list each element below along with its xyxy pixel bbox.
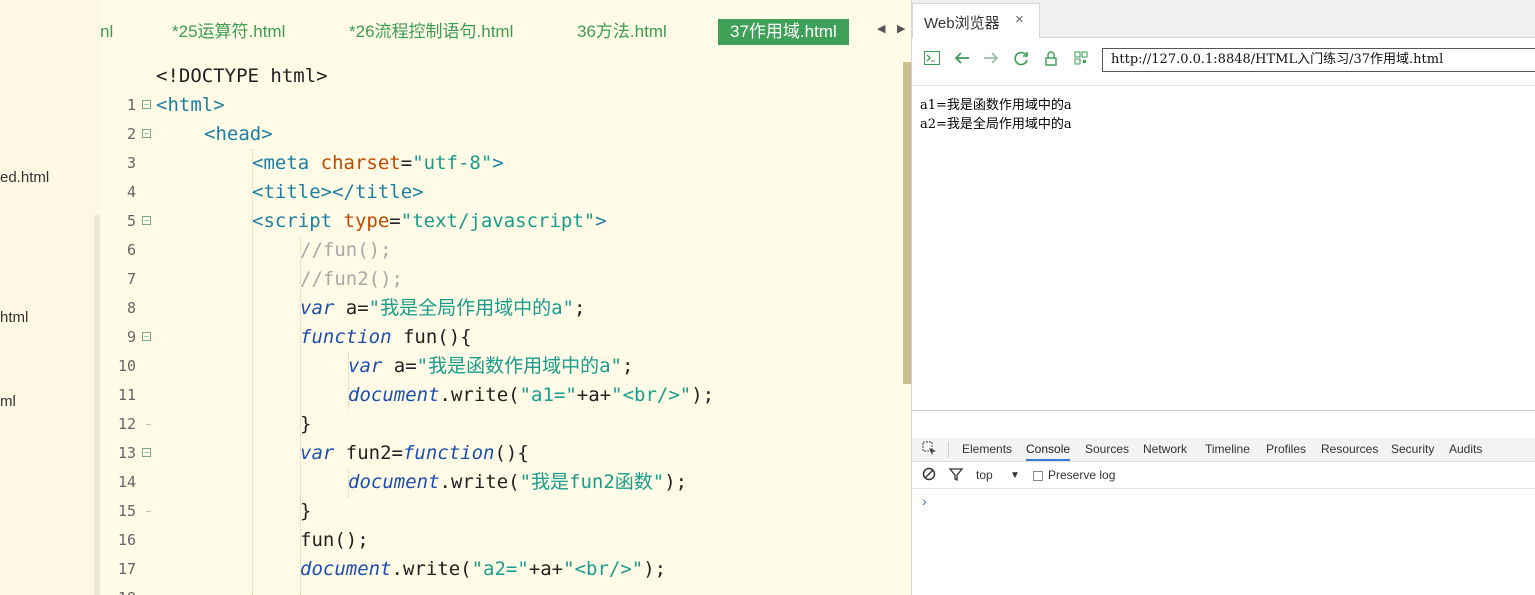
devtools-tab-console[interactable]: Console <box>1026 442 1071 461</box>
code-editor: nl *25运算符.html *26流程控制语句.html 36方法.html … <box>100 0 911 595</box>
tab-scroll-right-icon[interactable]: ▶ <box>897 22 905 35</box>
inspect-element-icon[interactable] <box>922 441 937 459</box>
code-line: 5 <title></title> <box>100 178 900 230</box>
devtools-tab-sources[interactable]: Sources <box>1085 442 1129 456</box>
code-text: var fun2=function(){ <box>300 442 529 464</box>
tab-scroll-left-icon[interactable]: ◀ <box>877 22 885 35</box>
divider <box>948 442 949 458</box>
code-text: fun(); <box>300 529 369 551</box>
editor-tab-bar: nl *25运算符.html *26流程控制语句.html 36方法.html … <box>100 0 911 62</box>
fold-toggle-icon[interactable]: − <box>142 216 151 225</box>
fold-toggle-icon[interactable]: − <box>142 332 151 341</box>
code-text: <meta charset="utf-8"> <box>252 152 504 174</box>
output-line: a1=我是函数作用域中的a <box>920 98 1072 113</box>
devtools-panel: Elements Console Sources Network Timelin… <box>912 410 1535 595</box>
code-line: 6 − <script type="text/javascript"> <box>100 207 900 259</box>
code-text: <title></title> <box>252 181 424 203</box>
code-line: 9 var a="我是全局作用域中的a"; <box>100 294 900 346</box>
tab-26-control-flow[interactable]: *26流程控制语句.html <box>349 19 513 45</box>
code-text: var a="我是函数作用域中的a"; <box>348 355 634 377</box>
preserve-log-label: Preserve log <box>1048 468 1116 482</box>
devtools-tab-bar: Elements Console Sources Network Timelin… <box>912 438 1535 462</box>
devtools-tab-security[interactable]: Security <box>1391 442 1434 456</box>
file-tree-item[interactable]: html <box>0 309 28 326</box>
chevron-down-icon[interactable]: ▼ <box>1010 470 1020 481</box>
code-line: 15 document.write("我是fun2函数"); <box>100 468 900 520</box>
code-text: <html> <box>156 94 225 116</box>
code-text: document.write("a2="+a+"<br/>"); <box>300 558 667 580</box>
code-line: 16 } <box>100 497 900 549</box>
fold-end-marker <box>146 511 151 512</box>
code-line: 12 document.write("a1="+a+"<br/>"); <box>100 381 900 433</box>
output-line: a2=我是全局作用域中的a <box>920 117 1072 132</box>
code-text: //fun(); <box>300 239 392 261</box>
code-text: <head> <box>204 123 273 145</box>
code-text: document.write("a1="+a+"<br/>"); <box>348 384 715 406</box>
devtools-tab-audits[interactable]: Audits <box>1449 442 1482 456</box>
fold-toggle-icon[interactable]: − <box>142 100 151 109</box>
fold-toggle-icon[interactable]: − <box>142 448 151 457</box>
qr-icon[interactable] <box>1074 51 1088 69</box>
devtools-tab-profiles[interactable]: Profiles <box>1266 442 1306 456</box>
console-toolbar: top ▼ Preserve log <box>912 463 1535 489</box>
browser-tab-bar: Web浏览器 × <box>912 0 1535 38</box>
browser-toolbar: http://127.0.0.1:8848/HTML入门练习/37作用域.htm… <box>912 38 1535 86</box>
devtools-tab-elements[interactable]: Elements <box>962 442 1012 456</box>
back-arrow-icon[interactable] <box>954 51 970 69</box>
code-line: 7 //fun(); <box>100 236 900 288</box>
web-browser-panel: Web浏览器 × http://127.0.0.1:8848/HTML入门练习/… <box>911 0 1535 595</box>
preserve-log-checkbox[interactable] <box>1033 471 1043 481</box>
devtools-tab-resources[interactable]: Resources <box>1321 442 1378 456</box>
file-tree-item[interactable]: ed.html <box>0 169 49 186</box>
tab-37-scope[interactable]: 37作用域.html <box>718 19 849 45</box>
editor-scrollbar[interactable] <box>903 62 911 384</box>
console-prompt[interactable]: › <box>922 493 927 509</box>
line-number: 18 <box>100 584 136 595</box>
code-text: var a="我是全局作用域中的a"; <box>300 297 586 319</box>
code-line: 1 <!DOCTYPE html> <box>100 62 900 114</box>
close-icon[interactable]: × <box>1015 11 1024 28</box>
devtools-tab-timeline[interactable]: Timeline <box>1205 442 1250 456</box>
file-tree-item[interactable]: ml <box>0 393 16 410</box>
forward-arrow-icon[interactable] <box>983 51 999 69</box>
code-text: } <box>300 413 312 435</box>
refresh-icon[interactable] <box>1013 51 1029 70</box>
clear-console-icon[interactable] <box>922 467 936 484</box>
code-line: 13 } <box>100 410 900 462</box>
filter-icon[interactable] <box>948 467 964 484</box>
fold-toggle-icon[interactable]: − <box>142 129 151 138</box>
code-line: 11 var a="我是函数作用域中的a"; <box>100 352 900 404</box>
code-text: function fun(){ <box>300 326 472 348</box>
code-line: 17 fun(); <box>100 526 900 578</box>
terminal-icon[interactable] <box>924 51 940 69</box>
code-text: //fun2(); <box>300 268 403 290</box>
code-text: } <box>300 500 312 522</box>
file-tree-panel: ed.html html ml <box>0 0 100 595</box>
tab-25-operators[interactable]: *25运算符.html <box>172 19 285 45</box>
tab-partial[interactable]: nl <box>100 19 113 45</box>
address-bar-input[interactable]: http://127.0.0.1:8848/HTML入门练习/37作用域.htm… <box>1102 48 1535 72</box>
browser-tab-title: Web浏览器 <box>924 15 1000 32</box>
page-content: a1=我是函数作用域中的a a2=我是全局作用域中的a <box>920 96 1072 134</box>
code-line: 2 − <html> <box>100 91 900 143</box>
code-text: <!DOCTYPE html> <box>156 65 328 87</box>
devtools-tab-network[interactable]: Network <box>1143 442 1187 456</box>
code-line: 18 document.write("a2="+a+"<br/>"); <box>100 555 900 595</box>
code-line: 3 − <head> <box>100 120 900 172</box>
fold-end-marker <box>146 424 151 425</box>
browser-tab[interactable]: Web浏览器 × <box>912 3 1040 38</box>
code-text: document.write("我是fun2函数"); <box>348 471 688 493</box>
lock-icon[interactable] <box>1044 51 1058 70</box>
code-line: 4 <meta charset="utf-8"> <box>100 149 900 201</box>
code-text: <script type="text/javascript"> <box>252 210 607 232</box>
code-line: 8 //fun2(); <box>100 265 900 317</box>
code-line: 14 − var fun2=function(){ <box>100 439 900 491</box>
code-line: 10 − function fun(){ <box>100 323 900 375</box>
tab-36-methods[interactable]: 36方法.html <box>577 19 667 45</box>
context-select[interactable]: top <box>976 468 993 482</box>
